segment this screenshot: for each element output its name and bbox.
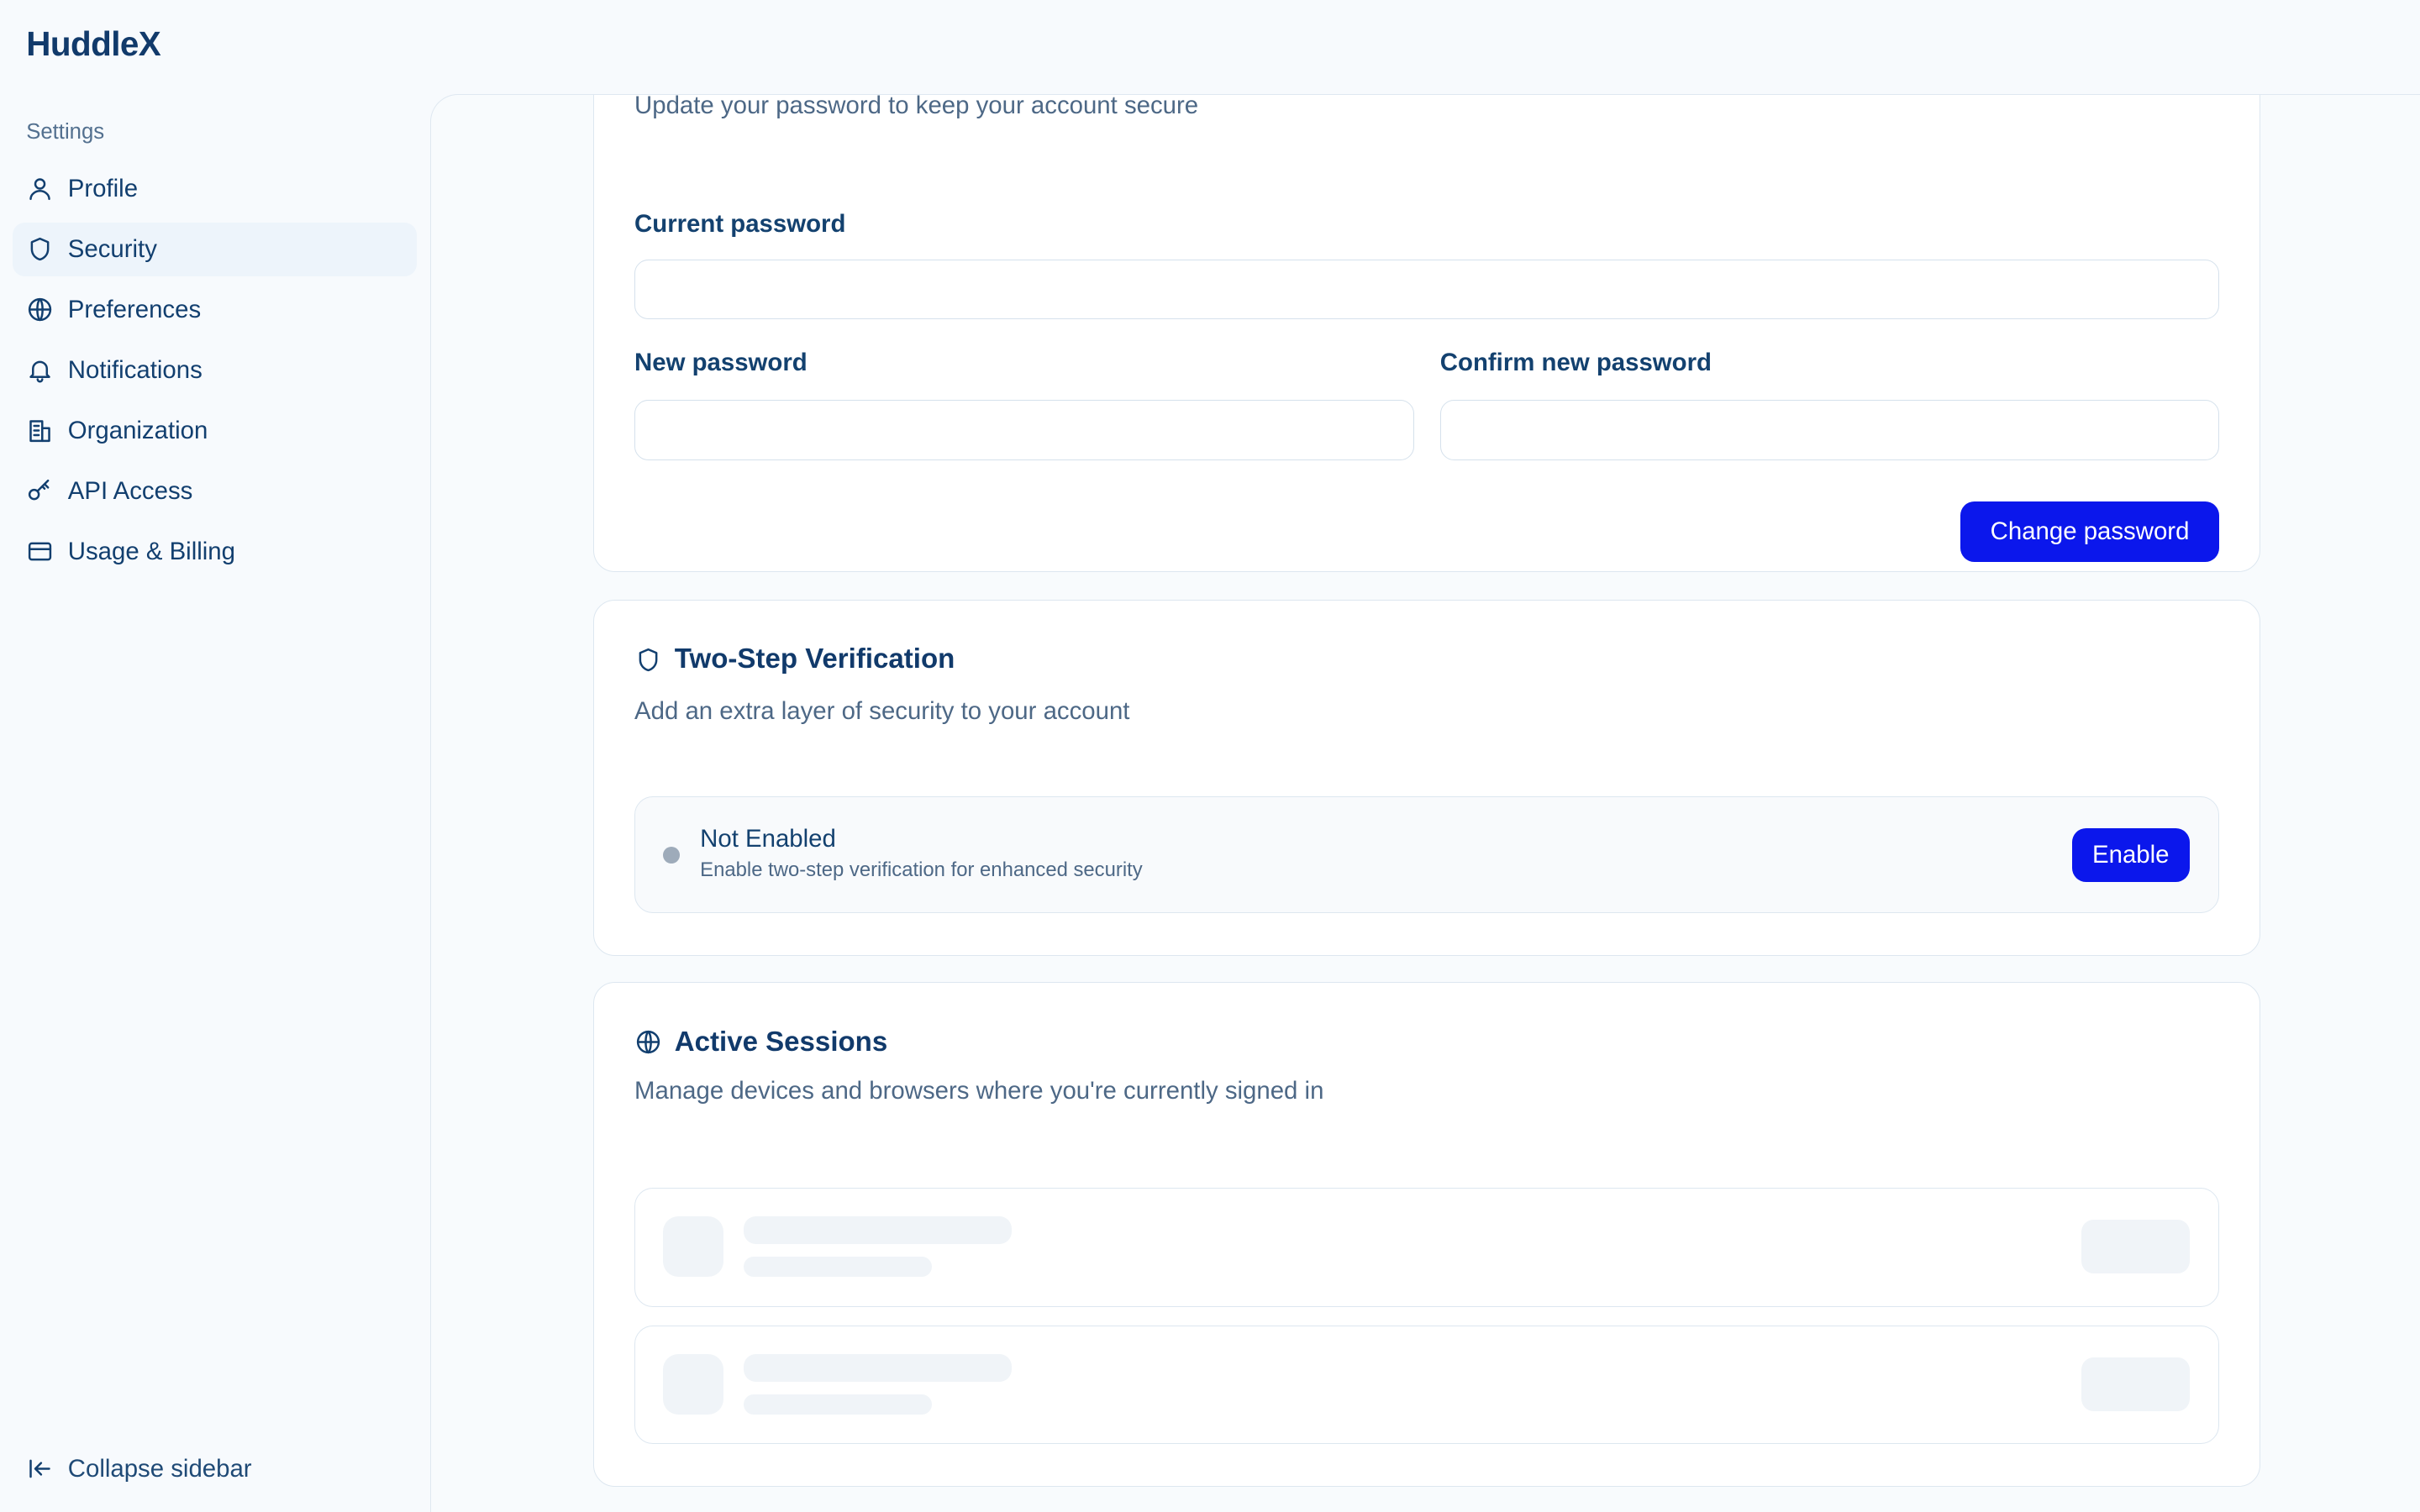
active-sessions-subtitle: Manage devices and browsers where you're… [634, 1077, 1324, 1105]
sidebar-item-label: Usage & Billing [67, 537, 235, 565]
status-dot [663, 846, 681, 864]
globe-icon [26, 296, 54, 323]
sidebar-item-label: Security [67, 234, 157, 263]
arrow-left-to-line-icon [26, 1455, 54, 1483]
skeleton-line [743, 1257, 932, 1278]
sidebar: Settings Profile Security Preferences No… [0, 96, 430, 1512]
globe-icon [634, 1028, 662, 1056]
sidebar-item-usage-billing[interactable]: Usage & Billing [13, 525, 417, 579]
skeleton-avatar [663, 1353, 723, 1415]
building-icon [26, 417, 54, 444]
shield-icon [634, 646, 662, 674]
new-password-label: New password [634, 349, 808, 377]
skeleton-avatar [663, 1216, 723, 1278]
sidebar-nav: Profile Security Preferences Notificatio… [12, 162, 417, 585]
sidebar-item-security[interactable]: Security [12, 222, 417, 277]
sidebar-item-label: Organization [67, 416, 208, 444]
sidebar-item-label: API Access [67, 476, 193, 505]
nav-section-label: Settings [26, 120, 105, 144]
session-skeleton-row [634, 1188, 2220, 1307]
status-description: Enable two-step verification for enhance… [700, 858, 1143, 882]
confirm-password-input[interactable] [1439, 399, 2220, 460]
sidebar-item-organization[interactable]: Organization [13, 404, 417, 458]
enable-two-step-button[interactable]: Enable [2071, 827, 2190, 882]
password-card-subtitle: Update your password to keep your accoun… [634, 94, 1199, 119]
credit-card-icon [26, 538, 54, 565]
sidebar-item-label: Profile [67, 174, 139, 202]
sidebar-item-notifications[interactable]: Notifications [13, 344, 417, 397]
shield-icon [26, 235, 54, 263]
two-step-status: Not Enabled Enable two-step verification… [634, 795, 2220, 914]
skeleton-line [743, 1394, 932, 1415]
active-sessions-title: Active Sessions [634, 1026, 887, 1058]
sidebar-item-profile[interactable]: Profile [13, 162, 417, 216]
sidebar-item-label: Preferences [67, 295, 202, 323]
session-skeleton-row [634, 1325, 2220, 1445]
skeleton-button [2081, 1220, 2190, 1274]
confirm-password-label: Confirm new password [1439, 349, 1712, 377]
two-step-card: Two-Step Verification Add an extra layer… [593, 599, 2260, 956]
current-password-input[interactable] [634, 259, 2220, 320]
sidebar-item-preferences[interactable]: Preferences [13, 283, 417, 337]
brand-logo[interactable]: HuddleX [26, 24, 161, 64]
app-root: HuddleX Settings Profile Security Prefer… [0, 0, 2420, 1512]
bell-icon [26, 356, 54, 384]
active-sessions-title-text: Active Sessions [674, 1026, 888, 1058]
sidebar-item-api-access[interactable]: API Access [13, 465, 417, 518]
collapse-sidebar-label: Collapse sidebar [67, 1455, 252, 1483]
user-icon [26, 175, 54, 202]
collapse-sidebar-button[interactable]: Collapse sidebar [26, 1455, 252, 1483]
active-sessions-card: Active Sessions Manage devices and brows… [593, 982, 2260, 1487]
main-content[interactable]: Update your password to keep your accoun… [430, 94, 2420, 1512]
two-step-title: Two-Step Verification [634, 643, 955, 675]
password-card: Update your password to keep your accoun… [593, 94, 2260, 572]
new-password-input[interactable] [634, 399, 1414, 460]
two-step-title-text: Two-Step Verification [674, 643, 955, 675]
skeleton-line [743, 1216, 1013, 1245]
sidebar-item-label: Notifications [67, 355, 203, 384]
two-step-subtitle: Add an extra layer of security to your a… [634, 697, 1130, 726]
current-password-label: Current password [634, 209, 846, 238]
change-password-button[interactable]: Change password [1960, 501, 2220, 562]
skeleton-button [2081, 1357, 2190, 1411]
skeleton-line [743, 1353, 1013, 1382]
status-title: Not Enabled [700, 824, 836, 853]
key-icon [26, 477, 54, 505]
